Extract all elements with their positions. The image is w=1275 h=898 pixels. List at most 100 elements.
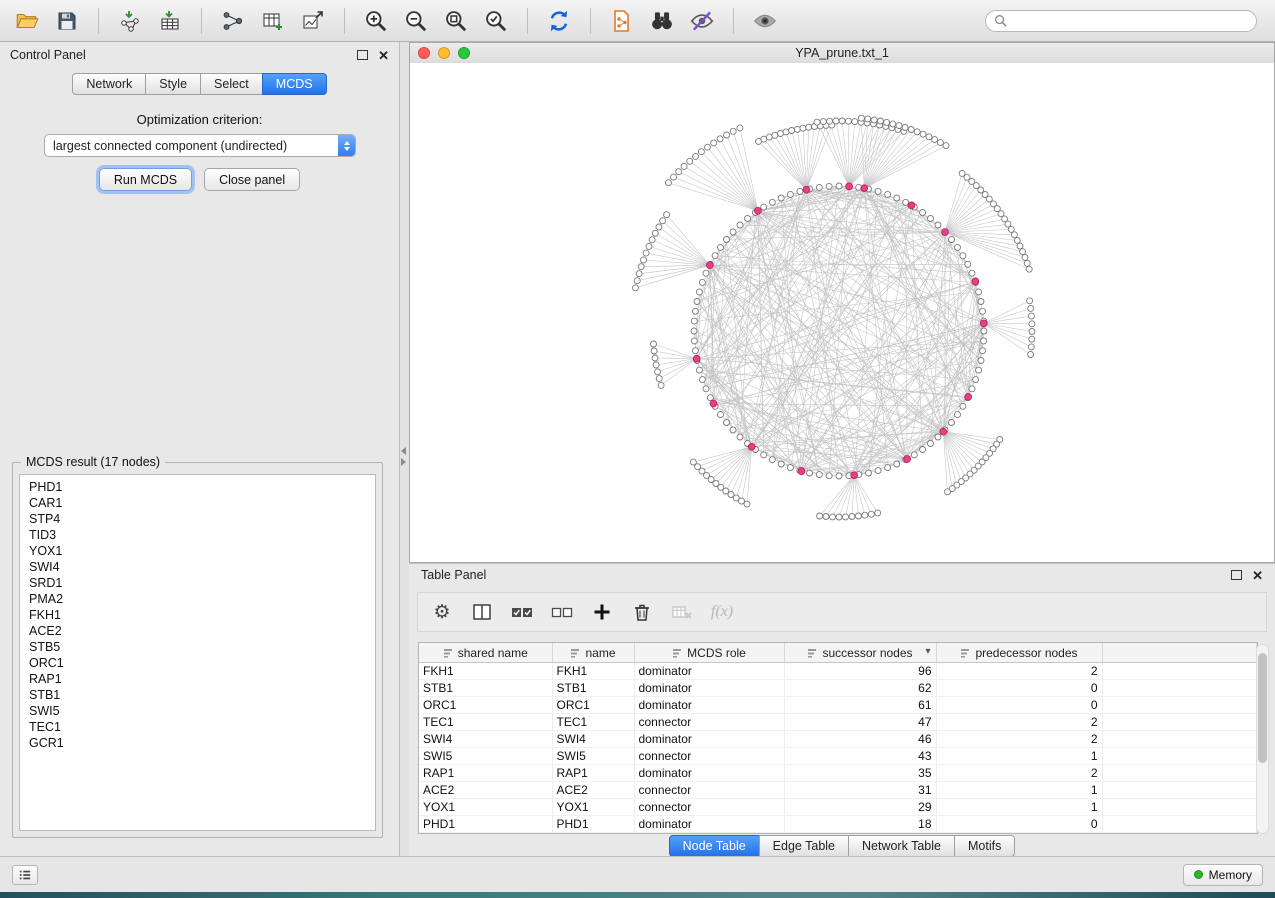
table-cell[interactable]: SWI4 (552, 731, 634, 748)
table-row[interactable]: SWI5SWI5connector431 (419, 748, 1257, 765)
list-item[interactable]: STB5 (20, 639, 375, 655)
list-item[interactable]: SRD1 (20, 575, 375, 591)
delete-column-button[interactable] (630, 600, 654, 624)
expand-right-icon[interactable] (401, 458, 406, 466)
table-settings-button[interactable]: ⚙ (430, 600, 454, 624)
table-cell[interactable]: ORC1 (552, 697, 634, 714)
tab-style[interactable]: Style (145, 73, 201, 95)
table-cell[interactable]: 46 (784, 731, 936, 748)
table-cell[interactable]: 2 (936, 731, 1102, 748)
criterion-dropdown[interactable]: largest connected component (undirected) (44, 134, 356, 157)
find-button[interactable] (645, 5, 679, 37)
table-cell[interactable]: SWI5 (552, 748, 634, 765)
export-image-button[interactable] (296, 5, 330, 37)
new-table-button[interactable] (256, 5, 290, 37)
table-row[interactable]: ACE2ACE2connector311 (419, 782, 1257, 799)
list-item[interactable]: RAP1 (20, 671, 375, 687)
column-header-mcds-role[interactable]: MCDS role (634, 643, 784, 663)
table-cell[interactable]: 29 (784, 799, 936, 816)
import-table-button[interactable] (153, 5, 187, 37)
table-cell[interactable]: ACE2 (419, 782, 552, 799)
network-canvas[interactable] (410, 63, 1274, 562)
table-row[interactable]: STB1STB1dominator620 (419, 680, 1257, 697)
table-cell[interactable]: PHD1 (419, 816, 552, 833)
table-cell[interactable]: dominator (634, 765, 784, 782)
list-item[interactable]: STP4 (20, 511, 375, 527)
table-cell[interactable]: dominator (634, 680, 784, 697)
tab-network[interactable]: Network (72, 73, 146, 95)
list-item[interactable]: ORC1 (20, 655, 375, 671)
table-cell[interactable]: dominator (634, 697, 784, 714)
unselect-all-button[interactable] (550, 600, 574, 624)
list-item[interactable]: PMA2 (20, 591, 375, 607)
table-cell[interactable]: 2 (936, 663, 1102, 680)
share-document-button[interactable] (605, 5, 639, 37)
table-cell[interactable]: 31 (784, 782, 936, 799)
memory-button[interactable]: Memory (1183, 864, 1263, 886)
table-cell[interactable]: YOX1 (552, 799, 634, 816)
table-cell[interactable]: ORC1 (419, 697, 552, 714)
refresh-layout-button[interactable] (542, 5, 576, 37)
tab-select[interactable]: Select (200, 73, 263, 95)
table-cell[interactable]: YOX1 (419, 799, 552, 816)
table-cell[interactable]: connector (634, 714, 784, 731)
chevron-down-icon[interactable]: ▾ (925, 646, 930, 657)
hide-selected-button[interactable] (685, 5, 719, 37)
list-item[interactable]: FKH1 (20, 607, 375, 623)
table-cell[interactable]: FKH1 (419, 663, 552, 680)
table-cell[interactable]: 61 (784, 697, 936, 714)
list-item[interactable]: YOX1 (20, 543, 375, 559)
add-column-button[interactable] (590, 600, 614, 624)
column-header-predecessor-nodes[interactable]: predecessor nodes (936, 643, 1102, 663)
table-cell[interactable]: FKH1 (552, 663, 634, 680)
list-item[interactable]: GCR1 (20, 735, 375, 751)
mcds-result-list[interactable]: PHD1CAR1STP4TID3YOX1SWI4SRD1PMA2FKH1ACE2… (19, 474, 376, 831)
list-item[interactable]: TID3 (20, 527, 375, 543)
function-builder-button[interactable]: f(x) (710, 600, 734, 624)
list-item[interactable]: TEC1 (20, 719, 375, 735)
close-panel-icon[interactable]: ✕ (1252, 569, 1263, 582)
table-cell[interactable]: RAP1 (552, 765, 634, 782)
column-header-successor-nodes[interactable]: successor nodes ▾ (784, 643, 936, 663)
list-item[interactable]: STB1 (20, 687, 375, 703)
table-cell[interactable]: 96 (784, 663, 936, 680)
table-row[interactable]: TEC1TEC1connector472 (419, 714, 1257, 731)
import-network-button[interactable] (113, 5, 147, 37)
run-mcds-button[interactable]: Run MCDS (99, 168, 192, 191)
new-network-button[interactable] (216, 5, 250, 37)
close-panel-button[interactable]: Close panel (204, 168, 300, 191)
table-cell[interactable]: 1 (936, 782, 1102, 799)
table-cell[interactable]: TEC1 (419, 714, 552, 731)
table-cell[interactable]: STB1 (419, 680, 552, 697)
table-cell[interactable]: 62 (784, 680, 936, 697)
select-all-button[interactable] (510, 600, 534, 624)
table-cell[interactable]: 0 (936, 697, 1102, 714)
search-input[interactable] (1012, 13, 1248, 29)
table-cell[interactable]: 1 (936, 799, 1102, 816)
table-cell[interactable]: SWI4 (419, 731, 552, 748)
table-row[interactable]: RAP1RAP1dominator352 (419, 765, 1257, 782)
table-cell[interactable]: TEC1 (552, 714, 634, 731)
table-cell[interactable]: connector (634, 782, 784, 799)
collapse-left-icon[interactable] (401, 447, 406, 455)
table-row[interactable]: PHD1PHD1dominator180 (419, 816, 1257, 833)
table-cell[interactable]: PHD1 (552, 816, 634, 833)
scrollbar-thumb[interactable] (1258, 653, 1267, 763)
panel-splitter[interactable] (400, 42, 409, 856)
table-row[interactable]: YOX1YOX1connector291 (419, 799, 1257, 816)
list-item[interactable]: SWI5 (20, 703, 375, 719)
table-cell[interactable]: dominator (634, 731, 784, 748)
table-cell[interactable]: 0 (936, 680, 1102, 697)
table-cell[interactable]: 47 (784, 714, 936, 731)
table-cell[interactable]: 2 (936, 714, 1102, 731)
zoom-fit-button[interactable] (439, 5, 473, 37)
network-graph[interactable] (410, 63, 1274, 562)
save-button[interactable] (50, 5, 84, 37)
tab-edge-table[interactable]: Edge Table (759, 835, 849, 857)
network-window-titlebar[interactable]: YPA_prune.txt_1 (410, 43, 1274, 64)
table-cell[interactable]: STB1 (552, 680, 634, 697)
tab-node-table[interactable]: Node Table (669, 835, 760, 857)
tab-network-table[interactable]: Network Table (848, 835, 955, 857)
zoom-in-button[interactable] (359, 5, 393, 37)
table-cell[interactable]: SWI5 (419, 748, 552, 765)
